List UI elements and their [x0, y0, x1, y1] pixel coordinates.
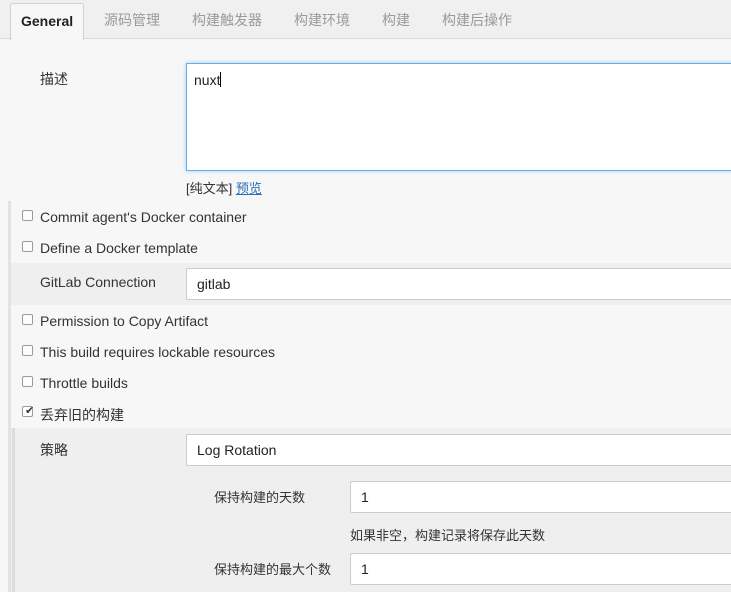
days-to-keep-label: 保持构建的天数	[214, 490, 306, 505]
days-to-keep-input[interactable]: 1	[350, 481, 731, 513]
docker-template-checkbox[interactable]	[22, 241, 33, 252]
lockable-resources-label: This build requires lockable resources	[40, 344, 275, 360]
tab-general[interactable]: General	[10, 3, 85, 40]
strategy-label: 策略	[40, 442, 68, 458]
max-builds-input[interactable]: 1	[350, 553, 731, 585]
copy-artifact-checkbox[interactable]	[22, 314, 33, 325]
plain-text-label: [纯文本]	[186, 181, 233, 196]
tab-build[interactable]: 构建	[382, 0, 410, 38]
discard-old-builds-label: 丢弃旧的构建	[40, 407, 124, 423]
tab-post-build[interactable]: 构建后操作	[442, 0, 512, 38]
copy-artifact-label: Permission to Copy Artifact	[40, 313, 209, 329]
gitlab-connection-select[interactable]: gitlab	[186, 268, 731, 300]
preview-link[interactable]: 预览	[236, 181, 262, 196]
description-label: 描述	[40, 71, 68, 87]
throttle-builds-checkbox[interactable]	[22, 376, 33, 387]
tab-build-triggers[interactable]: 构建触发器	[192, 0, 262, 38]
commit-docker-checkbox[interactable]	[22, 210, 33, 221]
docker-template-label: Define a Docker template	[40, 240, 198, 256]
gitlab-connection-label: GitLab Connection	[40, 274, 156, 290]
text-caret	[220, 72, 222, 87]
description-format-row: [纯文本] 预览	[186, 178, 262, 197]
lockable-resources-checkbox[interactable]	[22, 345, 33, 356]
description-value: nuxt	[194, 72, 221, 88]
commit-docker-label: Commit agent's Docker container	[40, 209, 247, 225]
check-mark-icon: ✔	[25, 405, 35, 417]
description-textarea[interactable]: nuxt	[186, 63, 731, 171]
days-to-keep-hint: 如果非空，构建记录将保存此天数	[350, 528, 546, 543]
nested-section-bar	[12, 428, 15, 592]
tab-build-environment[interactable]: 构建环境	[294, 0, 350, 38]
throttle-builds-label: Throttle builds	[40, 375, 128, 391]
tab-source-code[interactable]: 源码管理	[104, 0, 160, 38]
tab-bar: General 源码管理 构建触发器 构建环境 构建 构建后操作	[0, 0, 731, 40]
discard-old-builds-checkbox[interactable]: ✔	[22, 405, 35, 417]
strategy-select[interactable]: Log Rotation	[186, 434, 731, 466]
max-builds-label: 保持构建的最大个数	[214, 562, 332, 577]
